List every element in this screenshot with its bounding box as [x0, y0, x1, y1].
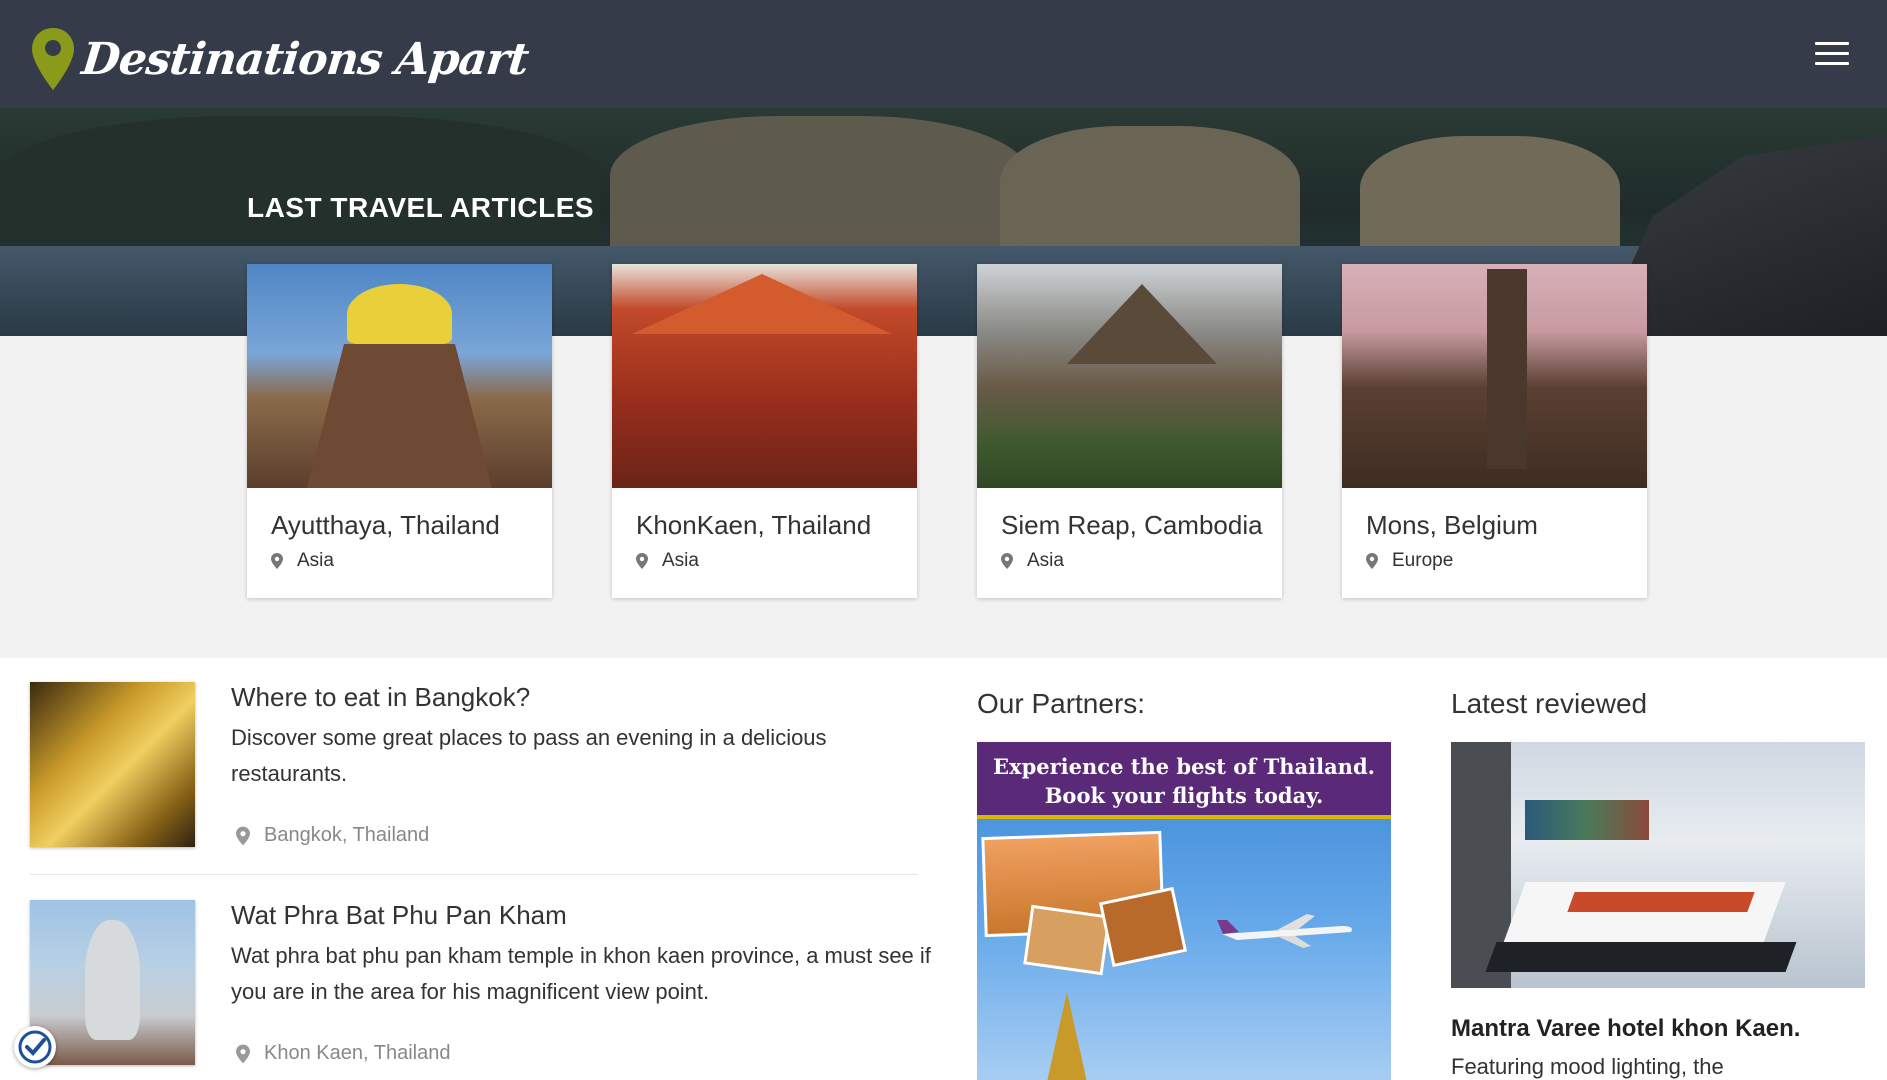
article-title[interactable]: Wat Phra Bat Phu Pan Kham: [231, 900, 567, 931]
card-location: Europe: [1366, 550, 1453, 572]
card-location: Asia: [271, 550, 334, 572]
airplane-icon: [1217, 914, 1352, 948]
location-pin-icon: [1366, 553, 1378, 569]
brand-name: Destinations Apart: [79, 33, 531, 85]
card-region: Asia: [1027, 550, 1064, 571]
location-pin-icon: [236, 1044, 250, 1063]
card-image: [1342, 264, 1647, 488]
article-card[interactable]: Mons, Belgium Europe: [1342, 264, 1647, 598]
card-title: Mons, Belgium: [1366, 510, 1538, 540]
section-title: LAST TRAVEL ARTICLES: [247, 192, 595, 223]
article-description: Discover some great places to pass an ev…: [231, 725, 827, 786]
card-region: Asia: [297, 550, 334, 571]
card-region: Europe: [1392, 550, 1454, 571]
article-location-text: Bangkok, Thailand: [264, 824, 430, 846]
card-title: KhonKaen, Thailand: [636, 510, 872, 540]
list-item: Where to eat in Bangkok? Discover some g…: [30, 682, 918, 847]
article-card[interactable]: Siem Reap, Cambodia Asia: [977, 264, 1282, 598]
hotel-photo[interactable]: [1451, 742, 1865, 988]
trust-badge[interactable]: [14, 1026, 56, 1068]
article-card[interactable]: KhonKaen, Thailand Asia: [612, 264, 917, 598]
location-pin-icon: [236, 826, 250, 845]
ad-headline: Experience the best of Thailand. Book yo…: [977, 742, 1391, 819]
partner-ad-banner[interactable]: Experience the best of Thailand. Book yo…: [977, 742, 1391, 1080]
article-card[interactable]: Ayutthaya, Thailand Asia: [247, 264, 552, 598]
article-location: Khon Kaen, Thailand: [236, 1042, 450, 1065]
ad-line-1: Experience the best of Thailand.: [993, 754, 1375, 779]
latest-reviewed-heading: Latest reviewed: [1451, 688, 1648, 719]
list-divider: [30, 874, 918, 875]
article-description: Wat phra bat phu pan kham temple in khon…: [231, 943, 931, 1004]
list-item: Wat Phra Bat Phu Pan Kham Wat phra bat p…: [30, 900, 931, 1070]
card-location: Asia: [1001, 550, 1064, 572]
article-location-text: Khon Kaen, Thailand: [264, 1042, 451, 1064]
hotel-description: Featuring mood lighting, the: [1451, 1054, 1724, 1079]
map-pin-logo-icon: [32, 28, 74, 90]
article-title[interactable]: Where to eat in Bangkok?: [231, 682, 530, 713]
card-image: [612, 264, 917, 488]
card-image: [247, 264, 552, 488]
card-title: Ayutthaya, Thailand: [271, 510, 500, 540]
hamburger-menu-icon[interactable]: [1815, 42, 1849, 66]
partners-heading: Our Partners:: [977, 688, 1146, 719]
article-thumbnail[interactable]: [30, 682, 195, 847]
site-logo[interactable]: Destinations Apart: [30, 26, 531, 92]
card-region: Asia: [662, 550, 699, 571]
location-pin-icon: [1001, 553, 1013, 569]
location-pin-icon: [636, 553, 648, 569]
article-location: Bangkok, Thailand: [236, 824, 429, 847]
card-image: [977, 264, 1282, 488]
hotel-name[interactable]: Mantra Varee hotel khon Kaen.: [1451, 1015, 1800, 1043]
card-location: Asia: [636, 550, 699, 572]
card-title: Siem Reap, Cambodia: [1001, 510, 1263, 540]
top-navbar: Destinations Apart: [0, 0, 1887, 108]
ad-line-2: Book your flights today.: [1044, 783, 1324, 808]
location-pin-icon: [271, 553, 283, 569]
checkmark-shield-icon: [18, 1030, 52, 1064]
